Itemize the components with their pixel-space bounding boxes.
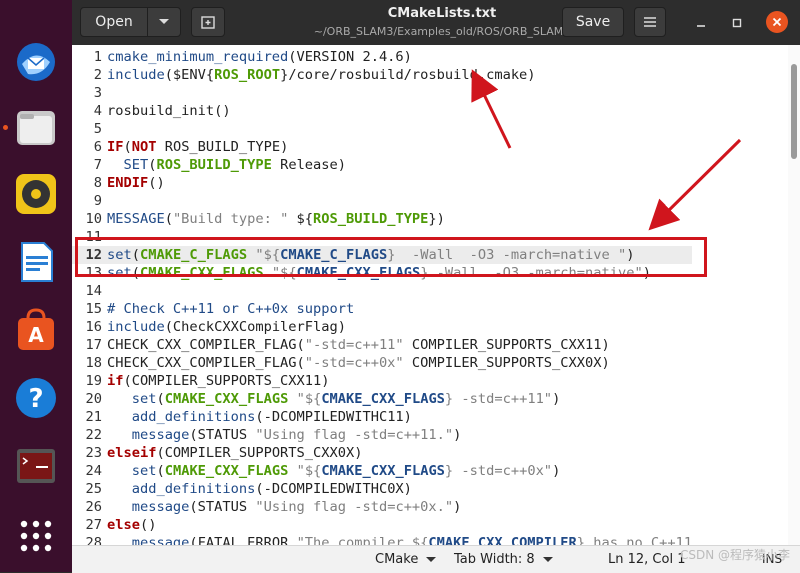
terminal-icon[interactable] [12,442,60,490]
running-indicator [3,125,8,130]
annotation-arrows [471,69,742,231]
software-center-icon[interactable]: A [12,306,60,354]
dock: A ? [0,0,72,572]
arrow-1 [471,69,512,149]
files-icon[interactable] [12,104,60,152]
arrow-2 [648,138,742,231]
rhythmbox-icon[interactable] [12,170,60,218]
svg-text:?: ? [28,384,43,414]
gedit-window: Open CMakeLists.txt ~/ORB_SLAM3/Examples… [72,0,800,573]
thunderbird-icon[interactable] [12,38,60,86]
svg-text:A: A [28,323,44,347]
help-icon[interactable]: ? [12,374,60,422]
show-apps-icon[interactable] [12,512,60,560]
libreoffice-writer-icon[interactable] [12,238,60,286]
